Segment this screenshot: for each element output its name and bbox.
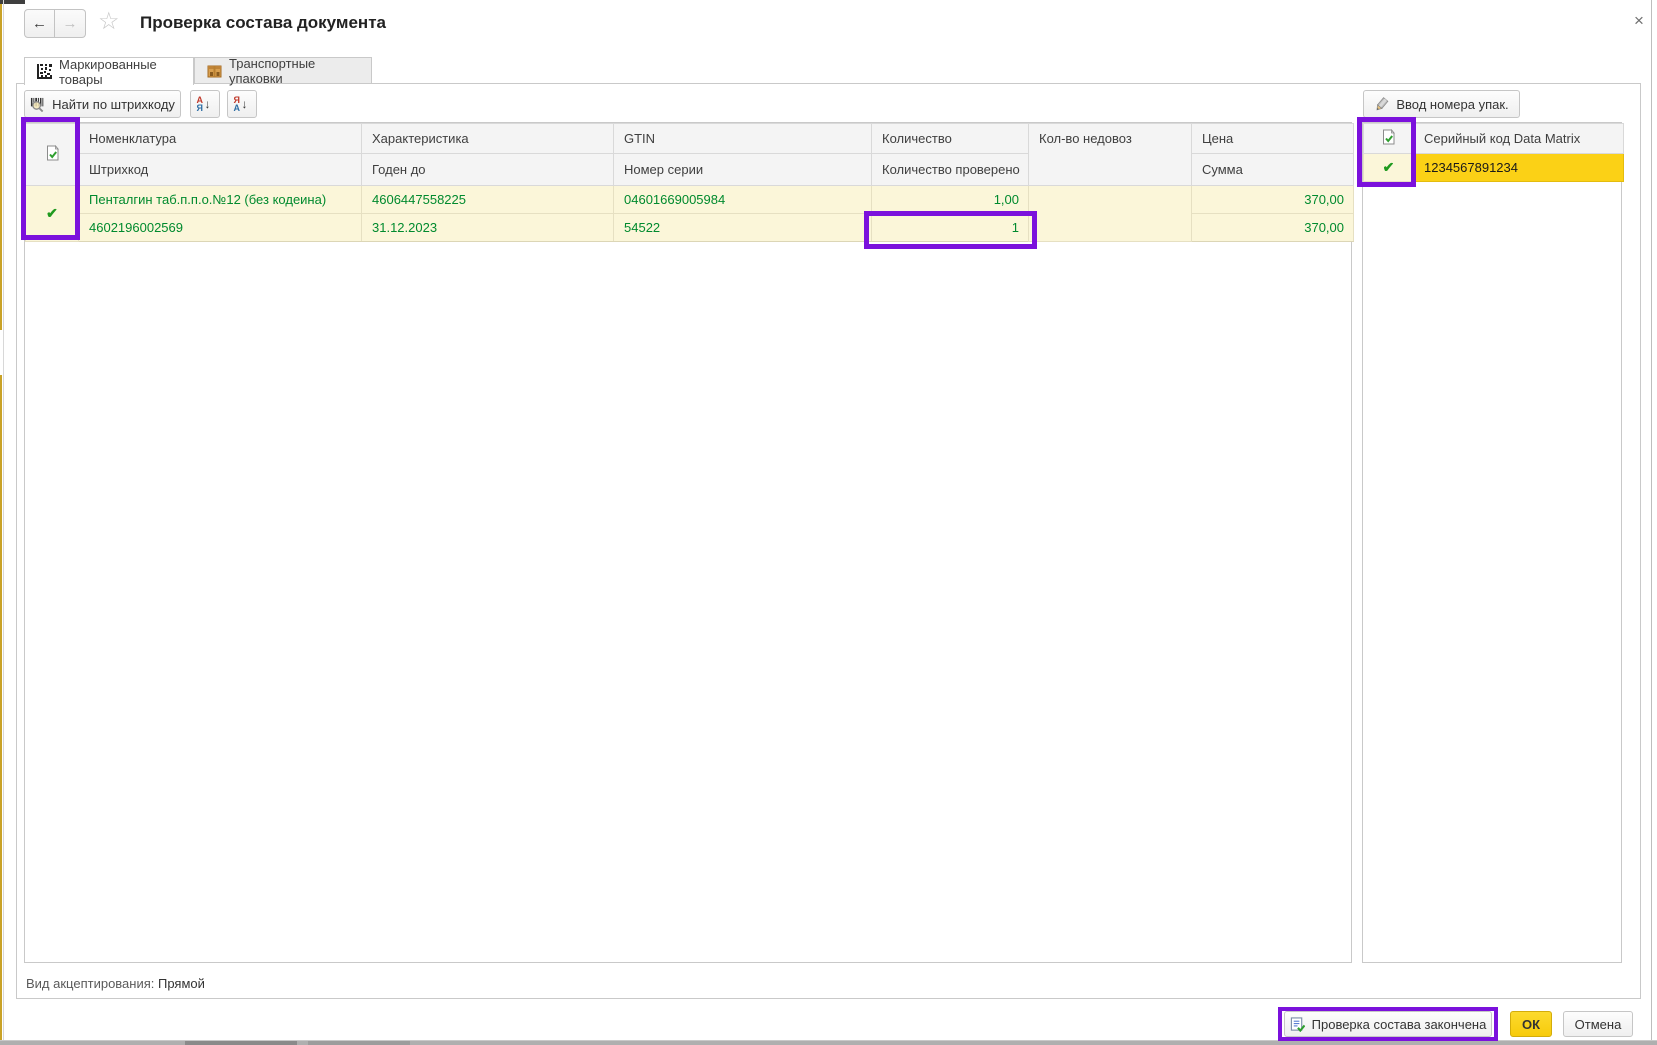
background-window-edge-gap	[0, 330, 2, 375]
cell-quantity[interactable]: 1,00	[872, 186, 1029, 214]
tab-label: Транспортные упаковки	[229, 56, 359, 86]
cell-expires[interactable]: 31.12.2023	[362, 214, 614, 242]
cell-gtin[interactable]: 04601669005984	[614, 186, 872, 214]
close-icon[interactable]: ×	[1634, 11, 1644, 31]
sort-arrow: ↓	[242, 97, 248, 111]
cell-shortage[interactable]	[1029, 186, 1192, 242]
back-button[interactable]: ←	[24, 9, 55, 38]
checkbox-doc-icon	[45, 145, 60, 161]
tab-transport-packages[interactable]: Транспортные упаковки	[194, 57, 372, 84]
column-header-price[interactable]: Цена	[1192, 124, 1354, 154]
cell-nomenclature[interactable]: Пенталгин таб.п.п.о.№12 (без кодеина)	[79, 186, 362, 214]
enter-package-number-button[interactable]: Ввод номера упак.	[1363, 90, 1520, 118]
cell-quantity-checked[interactable]: 1	[872, 214, 1029, 242]
button-label: Найти по штрихкоду	[52, 97, 175, 112]
serial-select-all-checkbox[interactable]	[1364, 124, 1414, 154]
cell-series[interactable]: 54522	[614, 214, 872, 242]
column-header-series[interactable]: Номер серии	[614, 154, 872, 186]
pencil-icon	[1374, 97, 1389, 112]
favorite-star-icon[interactable]: ☆	[98, 8, 120, 36]
background-window-edge	[0, 0, 2, 1045]
sort-letter-bottom: Я	[197, 103, 203, 113]
barcode-search-icon	[30, 97, 45, 112]
row-checked-icon[interactable]: ✔	[1364, 154, 1414, 182]
tab-label: Маркированные товары	[59, 57, 181, 87]
sort-arrow: ↓	[205, 97, 211, 111]
table-row[interactable]: ✔ Пенталгин таб.п.п.о.№12 (без кодеина) …	[26, 186, 1354, 214]
tab-marked-goods[interactable]: Маркированные товары	[24, 57, 194, 85]
datamatrix-icon	[37, 64, 52, 79]
cell-serial[interactable]: 1234567891234	[1414, 154, 1624, 182]
acceptance-type-line: Вид акцептирования: Прямой	[26, 976, 205, 991]
window-left-border	[3, 0, 4, 1040]
column-header-quantity[interactable]: Количество	[872, 124, 1029, 154]
sort-ascending-button[interactable]: А Я ↓	[190, 90, 220, 118]
column-header-sum[interactable]: Сумма	[1192, 154, 1354, 186]
select-all-checkbox[interactable]	[26, 124, 79, 186]
window-right-border	[1651, 0, 1652, 1040]
cell-price[interactable]: 370,00	[1192, 186, 1354, 214]
row-checked-icon[interactable]: ✔	[26, 186, 79, 242]
acceptance-label: Вид акцептирования:	[26, 976, 154, 991]
column-header-expires[interactable]: Годен до	[362, 154, 614, 186]
table-row-selected[interactable]: ✔ 1234567891234	[1364, 154, 1624, 182]
cell-characteristic[interactable]: 4606447558225	[362, 186, 614, 214]
checkbox-doc-icon	[1381, 129, 1396, 145]
column-header-characteristic[interactable]: Характеристика	[362, 124, 614, 154]
column-header-barcode[interactable]: Штрихкод	[79, 154, 362, 186]
column-header-quantity-checked[interactable]: Количество проверено	[872, 154, 1029, 186]
ok-button[interactable]: ОК	[1510, 1011, 1552, 1037]
document-check-icon	[1290, 1017, 1305, 1032]
column-header-nomenclature[interactable]: Номенклатура	[79, 124, 362, 154]
acceptance-value: Прямой	[158, 976, 205, 991]
column-header-shortage[interactable]: Кол-во недовоз	[1029, 124, 1192, 186]
finish-check-button[interactable]: Проверка состава закончена	[1284, 1011, 1492, 1037]
serial-table: Серийный код Data Matrix ✔ 1234567891234	[1362, 122, 1622, 963]
cancel-button[interactable]: Отмена	[1563, 1011, 1633, 1037]
forward-button[interactable]: →	[55, 9, 86, 38]
sort-descending-icon: Я А ↓	[234, 96, 251, 113]
sort-descending-button[interactable]: Я А ↓	[227, 90, 257, 118]
column-header-gtin[interactable]: GTIN	[614, 124, 872, 154]
taskbar-item	[308, 1041, 410, 1045]
cell-barcode[interactable]: 4602196002569	[79, 214, 362, 242]
find-by-barcode-button[interactable]: Найти по штрихкоду	[24, 90, 181, 118]
column-header-serial[interactable]: Серийный код Data Matrix	[1414, 124, 1624, 154]
goods-table: Номенклатура Характеристика GTIN Количес…	[24, 122, 1352, 963]
nav-history-group: ← →	[24, 9, 86, 38]
sort-ascending-icon: А Я ↓	[197, 96, 214, 113]
button-label: Проверка состава закончена	[1312, 1017, 1487, 1032]
cell-sum[interactable]: 370,00	[1192, 214, 1354, 242]
package-icon	[207, 63, 222, 78]
sort-letter-bottom: А	[234, 103, 241, 113]
page-title: Проверка состава документа	[140, 13, 386, 33]
button-label: Ввод номера упак.	[1396, 97, 1508, 112]
taskbar-item	[185, 1041, 297, 1045]
